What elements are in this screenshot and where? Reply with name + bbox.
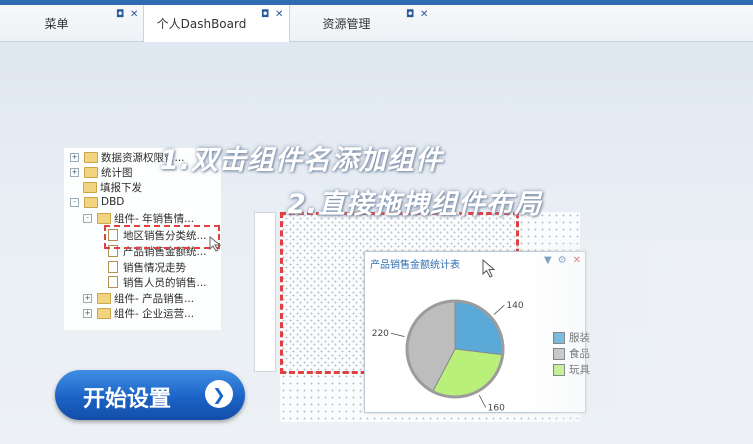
tree-item-label: 组件- 年销售情... [114,212,195,225]
folder-icon [97,307,111,319]
expand-icon[interactable]: + [70,167,79,177]
tree-item-label: 填报下发 [100,181,142,194]
tree-item[interactable]: - DBD [70,195,124,209]
tree-item[interactable]: 销售人员的销售... [108,275,207,289]
restore-icon[interactable]: ◘ [261,9,269,20]
tree-item[interactable]: 销售情况走势 [108,260,186,274]
collapse-icon[interactable]: - [83,213,92,223]
selected-item-highlight [104,225,220,249]
tree-item[interactable]: - 组件- 年销售情... [83,211,194,225]
folder-icon [97,292,111,304]
folder-icon [84,166,98,178]
close-icon[interactable]: ✕ [275,9,283,20]
folder-icon [83,181,97,193]
arrow-right-icon: ❯ [205,380,233,408]
tree-item-label: 组件- 企业运营... [114,307,195,320]
tree-item-label: 销售情况走势 [123,261,186,274]
tab-menu[interactable]: 菜单 ◘ ✕ [0,5,143,41]
start-setup-label: 开始设置 [83,387,172,412]
expand-icon[interactable]: + [83,308,92,318]
restore-icon[interactable]: ◘ [406,9,414,20]
tab-resource-label: 资源管理 [322,16,371,31]
tree-item[interactable]: + 组件- 企业运营... [83,306,194,320]
tab-menu-label: 菜单 [44,16,69,31]
fade-overlay [520,240,753,444]
folder-icon [84,196,98,208]
tab-dashboard-label: 个人DashBoard [156,17,247,31]
close-icon[interactable]: ✕ [420,9,428,20]
leader-line [390,332,405,337]
cursor-icon [209,236,222,252]
tree-item-label: 销售人员的销售... [123,276,207,289]
close-icon[interactable]: ✕ [130,9,138,20]
left-canvas-strip [254,212,276,372]
folder-icon [97,212,111,224]
tree-item-label: 组件- 产品销售... [114,292,195,305]
tab-bar: 菜单 ◘ ✕ 个人DashBoard ◘ ✕ 资源管理 ◘ ✕ [0,5,753,42]
tab-resource-management[interactable]: 资源管理 ◘ ✕ [289,5,434,41]
data-label: 160 [488,403,505,412]
tree-item[interactable]: + 组件- 产品销售... [83,291,194,305]
tree-item[interactable]: 填报下发 [83,180,142,194]
tree-item[interactable]: + 统计图 [70,165,133,179]
folder-icon [84,151,98,163]
instruction-step-2: 2.直接拖拽组件布局 [287,189,543,220]
tree-item-label: DBD [101,196,125,208]
tab-dashboard[interactable]: 个人DashBoard ◘ ✕ [143,5,290,42]
leader-line [493,304,505,315]
start-setup-button[interactable]: 开始设置 ❯ [55,370,245,420]
document-icon [108,261,118,273]
cursor-icon [482,259,496,278]
collapse-icon[interactable]: - [70,197,79,207]
instruction-step-1: 1.双击组件名添加组件 [160,145,444,176]
restore-icon[interactable]: ◘ [116,9,124,20]
leader-line [478,394,487,408]
tree-item-label: 统计图 [101,166,133,179]
expand-icon[interactable]: + [83,293,92,303]
data-label: 220 [372,329,389,339]
expand-icon[interactable]: + [70,152,79,162]
document-icon [108,276,118,288]
